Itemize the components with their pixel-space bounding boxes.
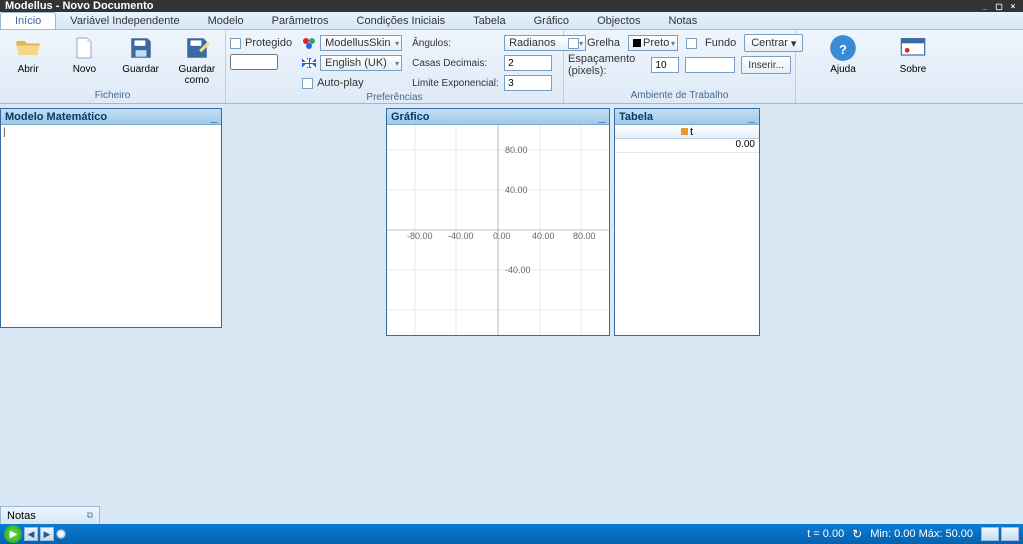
chart-panel: Gráfico _ 80.00 40.00 -40.00 -80.00 -40.… <box>386 108 610 336</box>
background-checkbox[interactable] <box>686 38 697 49</box>
model-panel-title: Modelo Matemático <box>5 111 107 123</box>
maximize-button[interactable]: ▢ <box>993 2 1005 10</box>
status-max: Máx: 50.00 <box>919 528 973 540</box>
svg-text:-40.00: -40.00 <box>505 265 531 275</box>
step-forward-button[interactable]: ▶ <box>40 527 54 541</box>
table-panel: Tabela _ t 0.00 <box>614 108 760 336</box>
status-view-icon-1[interactable] <box>981 527 999 541</box>
step-back-button[interactable]: ◀ <box>24 527 38 541</box>
save-as-icon <box>183 34 211 62</box>
time-slider[interactable] <box>56 529 66 539</box>
grid-color-combo[interactable]: Preto▾ <box>628 35 678 51</box>
title-bar: Modellus - Novo Documento _ ▢ × <box>0 0 1023 12</box>
about-icon <box>899 34 927 62</box>
close-button[interactable]: × <box>1007 2 1019 10</box>
svg-text:40.00: 40.00 <box>532 231 555 241</box>
svg-text:0.00: 0.00 <box>493 231 511 241</box>
group-label-ambiente: Ambiente de Trabalho <box>568 90 791 102</box>
app-title: Modellus - Novo Documento <box>5 0 154 12</box>
flag-uk-icon <box>302 58 316 68</box>
status-bar: ▶ ◀ ▶ t = 0.00 ↻ Min: 0.00 Máx: 50.00 <box>0 524 1023 544</box>
tab-grafico[interactable]: Gráfico <box>520 13 583 29</box>
group-label-ficheiro: Ficheiro <box>4 90 221 102</box>
svg-text:-40.00: -40.00 <box>448 231 474 241</box>
background-path-input[interactable] <box>685 57 735 73</box>
tab-variavel-independente[interactable]: Variável Independente <box>56 13 193 29</box>
new-button[interactable]: Novo <box>60 34 108 75</box>
play-button[interactable]: ▶ <box>4 525 22 543</box>
chart-minimize-button[interactable]: _ <box>598 110 605 124</box>
help-icon: ? <box>829 34 857 62</box>
svg-text:40.00: 40.00 <box>505 185 528 195</box>
svg-text:?: ? <box>839 42 847 57</box>
save-as-button[interactable]: Guardar como <box>173 34 221 86</box>
chart-canvas[interactable]: 80.00 40.00 -40.00 -80.00 -40.00 0.00 40… <box>387 125 609 335</box>
model-panel: Modelo Matemático _ | <box>0 108 222 328</box>
tab-notas[interactable]: Notas <box>654 13 711 29</box>
save-icon <box>127 34 155 62</box>
tab-parametros[interactable]: Parâmetros <box>258 13 343 29</box>
svg-text:80.00: 80.00 <box>573 231 596 241</box>
minimize-button[interactable]: _ <box>979 2 991 10</box>
grid-checkbox[interactable] <box>568 38 579 49</box>
table-row[interactable]: 0.00 <box>615 139 759 153</box>
table-panel-title: Tabela <box>619 111 653 123</box>
model-text-area[interactable]: | <box>1 125 221 327</box>
exponential-limit-input[interactable] <box>504 75 552 91</box>
status-min: Min: 0.00 <box>870 528 915 540</box>
status-time: t = 0.00 <box>807 528 844 540</box>
spacing-input[interactable] <box>651 57 679 73</box>
language-combo[interactable]: English (UK)▾ <box>320 55 402 71</box>
protected-checkbox[interactable] <box>230 38 241 49</box>
table-body[interactable]: t 0.00 <box>615 125 759 335</box>
tab-tabela[interactable]: Tabela <box>459 13 519 29</box>
chart-panel-title: Gráfico <box>391 111 430 123</box>
save-button[interactable]: Guardar <box>117 34 165 75</box>
decimals-input[interactable] <box>504 55 552 71</box>
group-label-preferencias: Preferências <box>230 92 559 103</box>
tab-condicoes-iniciais[interactable]: Condições Iniciais <box>343 13 460 29</box>
protected-input[interactable] <box>230 54 278 70</box>
autoplay-checkbox[interactable] <box>302 78 313 89</box>
table-minimize-button[interactable]: _ <box>748 110 755 124</box>
palette-icon <box>302 36 316 50</box>
restore-icon: ⧉ <box>87 510 93 521</box>
tab-inicio[interactable]: Início <box>0 12 56 29</box>
about-button[interactable]: Sobre <box>888 34 938 75</box>
model-minimize-button[interactable]: _ <box>210 110 217 124</box>
svg-text:80.00: 80.00 <box>505 145 528 155</box>
folder-open-icon <box>14 34 42 62</box>
center-button[interactable]: Centrar▾ <box>744 34 803 52</box>
open-button[interactable]: Abrir <box>4 34 52 75</box>
table-column-header[interactable]: t <box>615 125 759 139</box>
ribbon: Abrir Novo Guardar Guardar como <box>0 30 1023 104</box>
reset-icon[interactable]: ↻ <box>852 527 862 541</box>
status-view-icon-2[interactable] <box>1001 527 1019 541</box>
tab-objectos[interactable]: Objectos <box>583 13 654 29</box>
new-document-icon <box>70 34 98 62</box>
workspace: Modelo Matemático _ | Gráfico _ 80.00 40… <box>0 104 1023 524</box>
svg-text:-80.00: -80.00 <box>407 231 433 241</box>
insert-button[interactable]: Inserir... <box>741 56 791 74</box>
notes-tab[interactable]: Notas ⧉ <box>0 506 100 524</box>
help-button[interactable]: ? Ajuda <box>818 34 868 75</box>
menu-bar: Início Variável Independente Modelo Parâ… <box>0 12 1023 30</box>
tab-modelo[interactable]: Modelo <box>194 13 258 29</box>
skin-combo[interactable]: ModellusSkin▾ <box>320 35 402 51</box>
